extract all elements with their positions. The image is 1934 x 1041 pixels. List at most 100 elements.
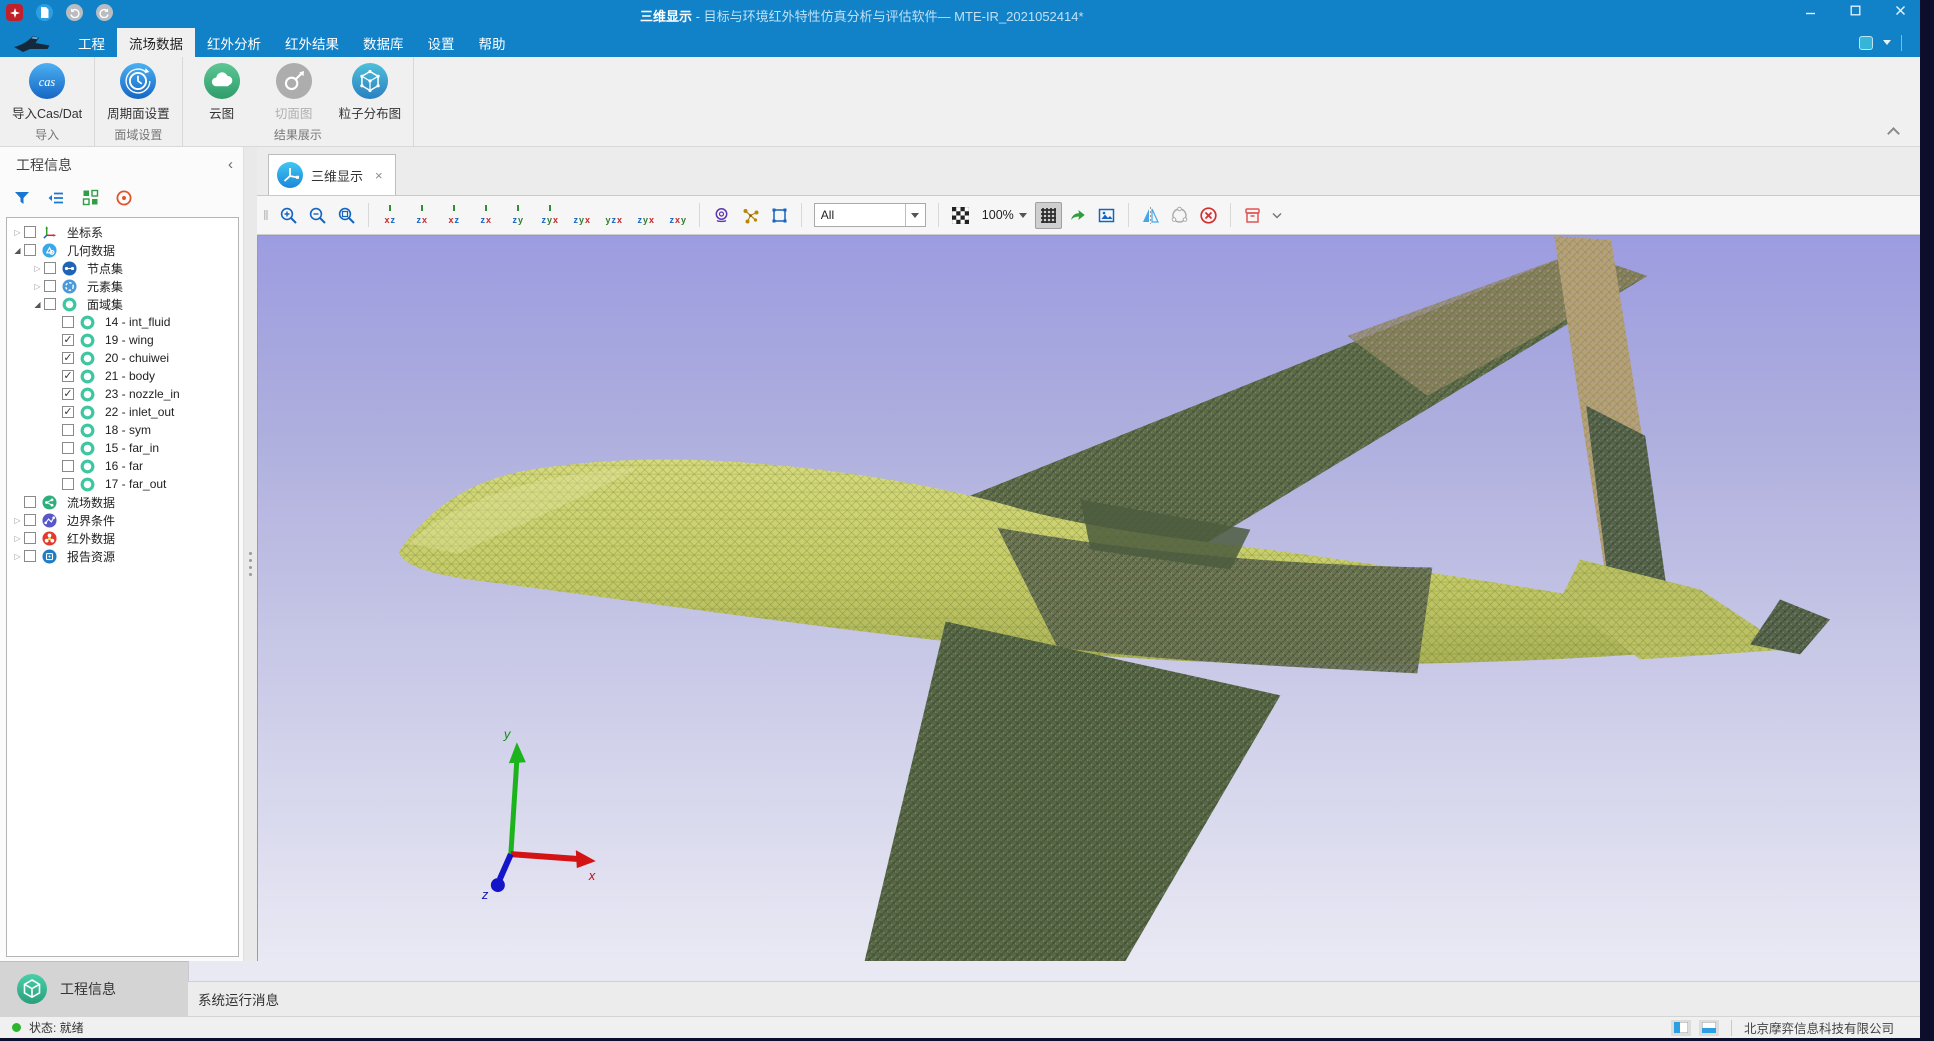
tree-item[interactable]: ✓22 - inlet_out	[7, 403, 238, 421]
view-orientation-icon-6[interactable]: zyx	[537, 203, 563, 227]
tree-expander-icon[interactable]: ▷	[11, 228, 24, 237]
tree-item[interactable]: ▷节点集	[7, 259, 238, 277]
3d-viewport[interactable]: y x z	[257, 235, 1920, 961]
tree-expander-icon[interactable]: ▷	[31, 264, 44, 273]
clear-view-icon[interactable]	[1195, 202, 1222, 229]
tree-item-checkbox[interactable]	[24, 244, 36, 256]
tree-item[interactable]: ◢面域集	[7, 295, 238, 313]
combobox-dropdown-button[interactable]	[905, 204, 925, 226]
menu-item-3[interactable]: 红外结果	[273, 28, 351, 57]
maximize-button[interactable]	[1850, 5, 1861, 16]
redo-button[interactable]	[96, 4, 113, 21]
tree-item-checkbox[interactable]	[62, 424, 74, 436]
zoom-fit-icon[interactable]	[333, 202, 360, 229]
tree-item-checkbox[interactable]: ✓	[62, 370, 74, 382]
tree-item[interactable]: 15 - far_in	[7, 439, 238, 457]
undo-button[interactable]	[66, 4, 83, 21]
minimize-button[interactable]	[1805, 5, 1816, 16]
export-arrow-icon[interactable]	[1064, 202, 1091, 229]
smooth-region-icon[interactable]	[1166, 202, 1193, 229]
view-orientation-icon-9[interactable]: zyx	[633, 203, 659, 227]
view-orientation-icon-8[interactable]: yzx	[601, 203, 627, 227]
ribbon-button-cloud[interactable]: 云图	[193, 60, 251, 124]
ribbon-collapse-icon[interactable]	[1887, 127, 1900, 140]
project-panel-selector[interactable]: 工程信息	[0, 961, 188, 1016]
tree-item-checkbox[interactable]	[24, 550, 36, 562]
tree-item[interactable]: 14 - int_fluid	[7, 313, 238, 331]
quick-panel-icon[interactable]	[1859, 36, 1873, 50]
tree-item[interactable]: 17 - far_out	[7, 475, 238, 493]
tree-item[interactable]: ▷元素集	[7, 277, 238, 295]
tree-item[interactable]: ✓19 - wing	[7, 331, 238, 349]
tree-item-checkbox[interactable]: ✓	[62, 406, 74, 418]
display-filter-combobox[interactable]: All	[814, 203, 926, 227]
tab-close-icon[interactable]: ×	[375, 168, 383, 183]
tree-expander-icon[interactable]: ◢	[31, 300, 44, 309]
grid-view-icon[interactable]	[80, 188, 100, 208]
tree-item-checkbox[interactable]: ✓	[62, 388, 74, 400]
menu-item-5[interactable]: 设置	[416, 28, 467, 57]
save-archive-icon[interactable]	[1239, 202, 1266, 229]
tree-item[interactable]: ▷红外数据	[7, 529, 238, 547]
toolbar-drag-handle[interactable]: ‖	[263, 207, 267, 223]
tree-expander-icon[interactable]: ▷	[11, 552, 24, 561]
tree-item-checkbox[interactable]	[24, 532, 36, 544]
particles-icon[interactable]	[737, 202, 764, 229]
view-orientation-icon-4[interactable]: zx	[473, 203, 499, 227]
mesh-grid-toggle[interactable]	[1035, 202, 1062, 229]
box-select-icon[interactable]	[766, 202, 793, 229]
tree-item[interactable]: ◢几何数据	[7, 241, 238, 259]
zoom-out-icon[interactable]	[304, 202, 331, 229]
layout-toggle-left-icon[interactable]	[1671, 1020, 1691, 1036]
view-orientation-icon-2[interactable]: zx	[409, 203, 435, 227]
tree-item-checkbox[interactable]	[24, 496, 36, 508]
tree-item-checkbox[interactable]	[44, 298, 56, 310]
collapse-list-icon[interactable]	[46, 188, 66, 208]
probe-icon[interactable]	[708, 202, 735, 229]
transparency-icon[interactable]	[947, 202, 974, 229]
ribbon-button-cas[interactable]: cas导入Cas/Dat	[10, 60, 84, 124]
view-orientation-icon-3[interactable]: xz	[441, 203, 467, 227]
save-dropdown-chevron-icon[interactable]	[1272, 206, 1282, 224]
tree-item[interactable]: ▷报告资源	[7, 547, 238, 565]
view-orientation-icon-10[interactable]: zxy	[665, 203, 691, 227]
tree-item-checkbox[interactable]	[24, 226, 36, 238]
tree-item-checkbox[interactable]	[62, 478, 74, 490]
panel-collapse-icon[interactable]: ‹	[228, 156, 233, 173]
zoom-level-dropdown[interactable]: 100%	[976, 208, 1033, 222]
tree-item-checkbox[interactable]	[62, 460, 74, 472]
tree-item[interactable]: ▷边界条件	[7, 511, 238, 529]
view-orientation-icon-5[interactable]: zy	[505, 203, 531, 227]
tree-item[interactable]: 18 - sym	[7, 421, 238, 439]
tree-item[interactable]: ▷坐标系	[7, 223, 238, 241]
menu-item-2[interactable]: 红外分析	[195, 28, 273, 57]
menu-item-4[interactable]: 数据库	[351, 28, 416, 57]
tree-item[interactable]: ✓20 - chuiwei	[7, 349, 238, 367]
tree-item-checkbox[interactable]	[24, 514, 36, 526]
menu-item-6[interactable]: 帮助	[467, 28, 518, 57]
tree-item[interactable]: ✓23 - nozzle_in	[7, 385, 238, 403]
tree-item-checkbox[interactable]	[62, 442, 74, 454]
view-orientation-icon-7[interactable]: zyx	[569, 203, 595, 227]
tree-item[interactable]: ✓21 - body	[7, 367, 238, 385]
menu-item-0[interactable]: 工程	[66, 28, 117, 57]
new-document-button[interactable]	[36, 4, 53, 21]
tree-item-checkbox[interactable]: ✓	[62, 352, 74, 364]
snapshot-icon[interactable]	[1093, 202, 1120, 229]
layout-toggle-bottom-icon[interactable]	[1699, 1020, 1719, 1036]
panel-splitter[interactable]	[244, 147, 257, 961]
menu-item-1[interactable]: 流场数据	[117, 28, 195, 57]
tree-expander-icon[interactable]: ◢	[11, 246, 24, 255]
tree-expander-icon[interactable]: ▷	[11, 516, 24, 525]
tree-item-checkbox[interactable]	[44, 262, 56, 274]
tree-item-checkbox[interactable]: ✓	[62, 334, 74, 346]
ribbon-button-clock[interactable]: 周期面设置	[105, 60, 172, 124]
mirror-icon[interactable]	[1137, 202, 1164, 229]
tree-item-checkbox[interactable]	[62, 316, 74, 328]
locate-target-icon[interactable]	[114, 188, 134, 208]
tree-expander-icon[interactable]: ▷	[11, 534, 24, 543]
ribbon-button-particle[interactable]: 粒子分布图	[337, 60, 404, 124]
tab-3d-view[interactable]: 三维显示 ×	[268, 154, 396, 195]
tree-item[interactable]: 16 - far	[7, 457, 238, 475]
tree-item[interactable]: 流场数据	[7, 493, 238, 511]
